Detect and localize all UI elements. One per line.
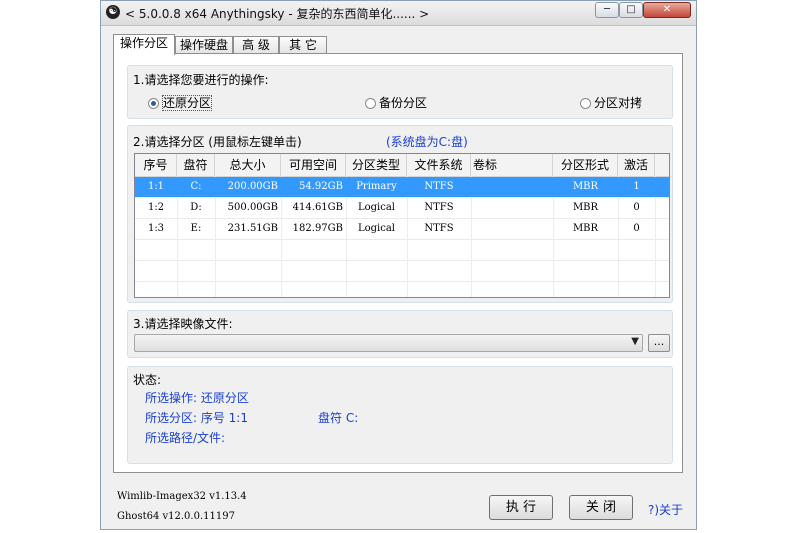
table-cell: Primary: [356, 181, 397, 192]
table-cell: [471, 219, 553, 239]
status-group: 状态: 所选操作: 还原分区 所选分区: 序号 1:1 盘符 C: 所选路径/文…: [127, 366, 673, 464]
close-window-button[interactable]: ✕: [643, 2, 691, 18]
image-file-label: 3.请选择映像文件:: [133, 317, 233, 331]
operation-group: 1.请选择您要进行的操作: 还原分区 备份分区 分区对拷: [127, 65, 673, 119]
close-button[interactable]: 关 闭: [569, 495, 633, 520]
status-drive: 盘符 C:: [318, 411, 359, 425]
maximize-button[interactable]: □: [619, 2, 643, 18]
table-cell: NTFS: [424, 223, 454, 234]
radio-label: 分区对拷: [594, 96, 643, 110]
minimize-button[interactable]: ─: [595, 2, 619, 18]
table-row[interactable]: 1:2 D: 500.00GB 414.61GB Logical NTFS MB…: [135, 198, 669, 219]
column-header[interactable]: 文件系统: [407, 154, 471, 176]
column-header[interactable]: 激活: [618, 154, 655, 176]
status-operation: 所选操作: 还原分区: [145, 391, 249, 405]
table-cell: NTFS: [424, 202, 454, 213]
partition-group: 2.请选择分区 (用鼠标左键单击) (系统盘为C:盘) 序号 盘符 总大小 可用…: [127, 125, 673, 303]
radio-backup-partition[interactable]: 备份分区: [365, 94, 427, 111]
table-cell: 182.97GB: [292, 223, 343, 234]
table-cell: 414.61GB: [292, 202, 343, 213]
table-cell: Logical: [357, 202, 396, 213]
radio-selected-icon: [148, 98, 159, 109]
table-cell: 1: [633, 181, 640, 192]
system-disk-note: (系统盘为C:盘): [386, 135, 468, 149]
table-cell: D:: [190, 202, 202, 213]
column-header[interactable]: 盘符: [177, 154, 215, 176]
column-header[interactable]: 分区类型: [346, 154, 407, 176]
table-cell: [471, 198, 553, 218]
title-bar[interactable]: ☯ < 5.0.0.8 x64 Anythingsky - 复杂的东西简单化..…: [101, 1, 696, 26]
radio-label: 备份分区: [379, 96, 428, 110]
table-cell: MBR: [572, 223, 599, 234]
status-partition: 所选分区: 序号 1:1: [145, 411, 248, 425]
browse-button[interactable]: ...: [648, 334, 670, 352]
column-header[interactable]: 卷标: [471, 154, 553, 176]
table-cell: 0: [633, 202, 640, 213]
table-cell: 1:1: [147, 181, 165, 192]
partition-label: 2.请选择分区 (用鼠标左键单击): [133, 135, 302, 149]
tab-operate-disk[interactable]: 操作硬盘: [175, 36, 233, 54]
partition-table[interactable]: 序号 盘符 总大小 可用空间 分区类型 文件系统 卷标 分区形式 激活 1:1 …: [134, 153, 670, 298]
radio-unselected-icon: [365, 98, 376, 109]
column-header[interactable]: 总大小: [215, 154, 281, 176]
table-cell: 231.51GB: [227, 223, 278, 234]
tab-operate-partition[interactable]: 操作分区: [113, 34, 175, 55]
status-label: 状态:: [133, 373, 162, 387]
execute-button[interactable]: 执 行: [489, 495, 553, 520]
tab-advanced[interactable]: 高 级: [233, 36, 279, 54]
chevron-down-icon[interactable]: ▼: [631, 336, 639, 347]
image-file-combo[interactable]: ▼: [134, 334, 643, 352]
table-cell: Logical: [357, 223, 396, 234]
column-header[interactable]: 可用空间: [281, 154, 346, 176]
wimlib-version: Wimlib-Imagex32 v1.13.4: [117, 491, 247, 502]
radio-restore-partition[interactable]: 还原分区: [148, 94, 213, 111]
table-row[interactable]: 1:3 E: 231.51GB 182.97GB Logical NTFS MB…: [135, 219, 669, 240]
table-cell: 54.92GB: [299, 181, 343, 192]
radio-copy-partition[interactable]: 分区对拷: [580, 94, 642, 111]
table-cell: E:: [190, 223, 202, 234]
column-header[interactable]: 序号: [135, 154, 177, 176]
table-cell: NTFS: [424, 181, 454, 192]
table-cell: MBR: [572, 181, 599, 192]
window-title: < 5.0.0.8 x64 Anythingsky - 复杂的东西简单化....…: [125, 7, 430, 21]
table-row[interactable]: 1:1 C: 200.00GB 54.92GB Primary NTFS MBR…: [135, 177, 669, 198]
operation-label: 1.请选择您要进行的操作:: [133, 73, 269, 87]
table-row-empty: [135, 240, 669, 261]
table-cell: 1:2: [147, 202, 165, 213]
ghost-version: Ghost64 v12.0.0.11197: [117, 511, 235, 522]
table-header: 序号 盘符 总大小 可用空间 分区类型 文件系统 卷标 分区形式 激活: [135, 154, 669, 177]
table-cell: 500.00GB: [227, 202, 278, 213]
table-cell: [471, 177, 553, 197]
about-link[interactable]: ?)关于: [648, 501, 683, 518]
tab-panel: 1.请选择您要进行的操作: 还原分区 备份分区 分区对拷 2.请选择分区 (用鼠…: [113, 53, 683, 473]
table-cell: 200.00GB: [227, 181, 278, 192]
tab-other[interactable]: 其 它: [279, 36, 327, 54]
main-window: ☯ < 5.0.0.8 x64 Anythingsky - 复杂的东西简单化..…: [100, 0, 697, 530]
column-header[interactable]: 分区形式: [553, 154, 618, 176]
table-row-empty: [135, 261, 669, 282]
table-cell: 0: [633, 223, 640, 234]
yin-yang-icon[interactable]: ☯: [106, 5, 120, 19]
table-cell: MBR: [572, 202, 599, 213]
image-file-group: 3.请选择映像文件: ▼ ...: [127, 310, 673, 358]
table-cell: C:: [190, 181, 202, 192]
table-cell: 1:3: [147, 223, 165, 234]
radio-label: 还原分区: [162, 95, 213, 111]
status-path: 所选路径/文件:: [145, 431, 226, 445]
radio-unselected-icon: [580, 98, 591, 109]
